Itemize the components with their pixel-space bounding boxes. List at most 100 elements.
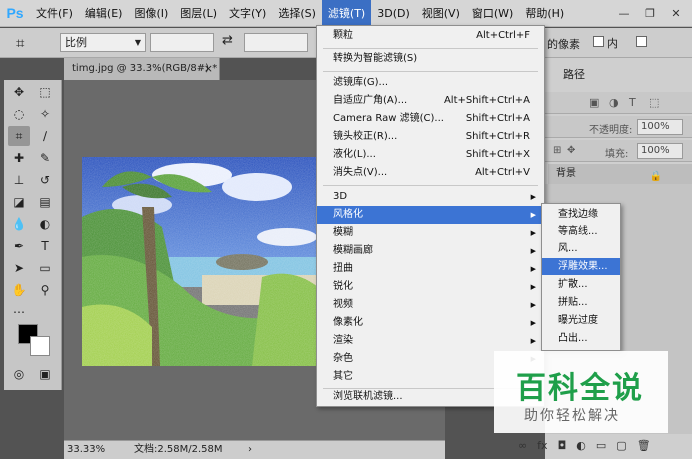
- submenu-item-emboss[interactable]: 浮雕效果...: [542, 258, 620, 275]
- blur-tool-icon[interactable]: 💧: [8, 214, 30, 234]
- option-checkbox[interactable]: [636, 36, 647, 47]
- crop-tool-icon[interactable]: ⌗: [8, 126, 30, 146]
- lasso-tool-icon[interactable]: ◌: [8, 104, 30, 124]
- lock-icon[interactable]: ⊞: [553, 145, 561, 156]
- adjustment-icon[interactable]: ◐: [576, 439, 586, 452]
- menu-item-label: 浏览联机滤镜...: [333, 391, 403, 402]
- menu-item-blur[interactable]: 模糊 ▶: [317, 224, 544, 242]
- shape-filter-icon[interactable]: ⬚: [649, 96, 659, 109]
- mask-icon[interactable]: ◘: [558, 439, 567, 452]
- chevron-right-icon[interactable]: ›: [248, 441, 252, 459]
- new-layer-icon[interactable]: ▢: [616, 439, 626, 452]
- hand-tool-icon[interactable]: ✋: [8, 280, 30, 300]
- menu-item-3d[interactable]: 3D ▶: [317, 188, 544, 206]
- menu-item-convert-smart-filter[interactable]: 转换为智能滤镜(S): [317, 50, 544, 68]
- layer-name: 背景: [556, 168, 576, 179]
- menu-item-video[interactable]: 视频 ▶: [317, 296, 544, 314]
- layer-row-background[interactable]: 背景 🔒: [548, 164, 692, 184]
- menu-item-vanishing-point[interactable]: 消失点(V)... Alt+Ctrl+V: [317, 164, 544, 182]
- pen-tool-icon[interactable]: ✒: [8, 236, 30, 256]
- dodge-tool-icon[interactable]: ◐: [34, 214, 56, 234]
- menu-item-blur-gallery[interactable]: 模糊画廊 ▶: [317, 242, 544, 260]
- swap-icon[interactable]: ⇄: [222, 33, 233, 48]
- background-color-swatch[interactable]: [30, 336, 50, 356]
- image-filter-icon[interactable]: ▣: [589, 96, 599, 109]
- fx-icon[interactable]: fx: [537, 439, 547, 452]
- menu-item-camera-raw[interactable]: Camera Raw 滤镜(C)... Shift+Ctrl+A: [317, 110, 544, 128]
- lock-position-icon[interactable]: ✥: [567, 145, 575, 156]
- menu-image[interactable]: 图像(I): [128, 0, 174, 27]
- brush-tool-icon[interactable]: ✎: [34, 148, 56, 168]
- submenu-arrow-icon: ▶: [530, 247, 536, 255]
- height-input[interactable]: [244, 33, 308, 52]
- menu-item-sharpen[interactable]: 锐化 ▶: [317, 278, 544, 296]
- menu-window[interactable]: 窗口(W): [466, 0, 519, 27]
- move-tool-icon[interactable]: ✥: [8, 82, 30, 102]
- folder-icon[interactable]: ▭: [596, 439, 606, 452]
- submenu-item-extrude[interactable]: 凸出...: [542, 330, 620, 347]
- eraser-tool-icon[interactable]: ◪: [8, 192, 30, 212]
- ratio-select[interactable]: 比例 ▼: [60, 33, 146, 52]
- eyedropper-tool-icon[interactable]: ∕: [34, 126, 56, 146]
- menu-item-pixelate[interactable]: 像素化 ▶: [317, 314, 544, 332]
- content-aware-checkbox[interactable]: [593, 36, 604, 47]
- crop-tool-icon[interactable]: ⌗: [16, 34, 24, 52]
- lock-fill-row: ⊞ ✥ 填充: 100%: [545, 140, 692, 162]
- history-brush-tool-icon[interactable]: ↺: [34, 170, 56, 190]
- width-input[interactable]: [150, 33, 214, 52]
- adjustment-filter-icon[interactable]: ◑: [609, 96, 619, 109]
- menu-item-adaptive-wide-angle[interactable]: 自适应广角(A)... Alt+Shift+Ctrl+A: [317, 92, 544, 110]
- submenu-item-wind[interactable]: 风...: [542, 240, 620, 257]
- link-icon[interactable]: ∞: [518, 439, 527, 452]
- submenu-item-tiles[interactable]: 拼贴...: [542, 294, 620, 311]
- type-tool-icon[interactable]: T: [34, 236, 56, 256]
- menu-file[interactable]: 文件(F): [30, 0, 79, 27]
- zoom-level[interactable]: 33.33%: [67, 441, 105, 459]
- menu-item-distort[interactable]: 扭曲 ▶: [317, 260, 544, 278]
- menu-view[interactable]: 视图(V): [416, 0, 466, 27]
- shortcut-label: Shift+Ctrl+X: [465, 149, 530, 160]
- menu-3d[interactable]: 3D(D): [371, 0, 416, 27]
- menu-item-label: 滤镜库(G)...: [333, 77, 389, 88]
- restore-icon[interactable]: ❐: [640, 4, 660, 22]
- submenu-item-find-edges[interactable]: 查找边缘: [542, 206, 620, 223]
- submenu-item-contour[interactable]: 等高线...: [542, 223, 620, 240]
- more-tools-icon[interactable]: ⋯: [8, 302, 30, 322]
- marquee-tool-icon[interactable]: ⬚: [34, 82, 56, 102]
- fill-input[interactable]: 100%: [637, 143, 683, 159]
- document-tab[interactable]: timg.jpg @ 33.3%(RGB/8#) * ×: [64, 58, 220, 80]
- screen-mode-icon[interactable]: ▣: [34, 364, 56, 384]
- minimize-icon[interactable]: —: [614, 4, 634, 22]
- close-icon[interactable]: ✕: [666, 4, 686, 22]
- path-selection-tool-icon[interactable]: ➤: [8, 258, 30, 278]
- menu-help[interactable]: 帮助(H): [519, 0, 570, 27]
- submenu-item-diffuse[interactable]: 扩散...: [542, 276, 620, 293]
- submenu-arrow-icon: ▶: [530, 301, 536, 309]
- shortcut-label: Alt+Shift+Ctrl+A: [443, 95, 530, 106]
- menu-select[interactable]: 选择(S): [272, 0, 322, 27]
- opacity-input[interactable]: 100%: [637, 119, 683, 135]
- stamp-tool-icon[interactable]: ⊥: [8, 170, 30, 190]
- submenu-item-solarize[interactable]: 曝光过度: [542, 312, 620, 329]
- menu-item-render[interactable]: 渲染 ▶: [317, 332, 544, 350]
- canvas-image[interactable]: [82, 157, 318, 366]
- shape-tool-icon[interactable]: ▭: [34, 258, 56, 278]
- quick-mask-icon[interactable]: ◎: [8, 364, 30, 384]
- healing-tool-icon[interactable]: ✚: [8, 148, 30, 168]
- menu-item-liquify[interactable]: 液化(L)... Shift+Ctrl+X: [317, 146, 544, 164]
- menu-layer[interactable]: 图层(L): [174, 0, 223, 27]
- trash-icon[interactable]: 🗑: [637, 439, 651, 452]
- close-tab-icon[interactable]: ×: [204, 58, 213, 80]
- gradient-tool-icon[interactable]: ▤: [34, 192, 56, 212]
- menu-item-grain[interactable]: 颗粒 Alt+Ctrl+F: [317, 27, 544, 45]
- zoom-tool-icon[interactable]: ⚲: [34, 280, 56, 300]
- menu-item-lens-correction[interactable]: 镜头校正(R)... Shift+Ctrl+R: [317, 128, 544, 146]
- menu-edit[interactable]: 编辑(E): [79, 0, 129, 27]
- tab-paths[interactable]: 路径: [563, 66, 585, 82]
- menu-type[interactable]: 文字(Y): [223, 0, 272, 27]
- menu-item-filter-gallery[interactable]: 滤镜库(G)...: [317, 74, 544, 92]
- menu-item-stylize[interactable]: 风格化 ▶: [317, 206, 544, 224]
- magic-wand-tool-icon[interactable]: ✧: [34, 104, 56, 124]
- menu-filter[interactable]: 滤镜(T): [321, 0, 372, 27]
- type-filter-icon[interactable]: T: [629, 96, 636, 109]
